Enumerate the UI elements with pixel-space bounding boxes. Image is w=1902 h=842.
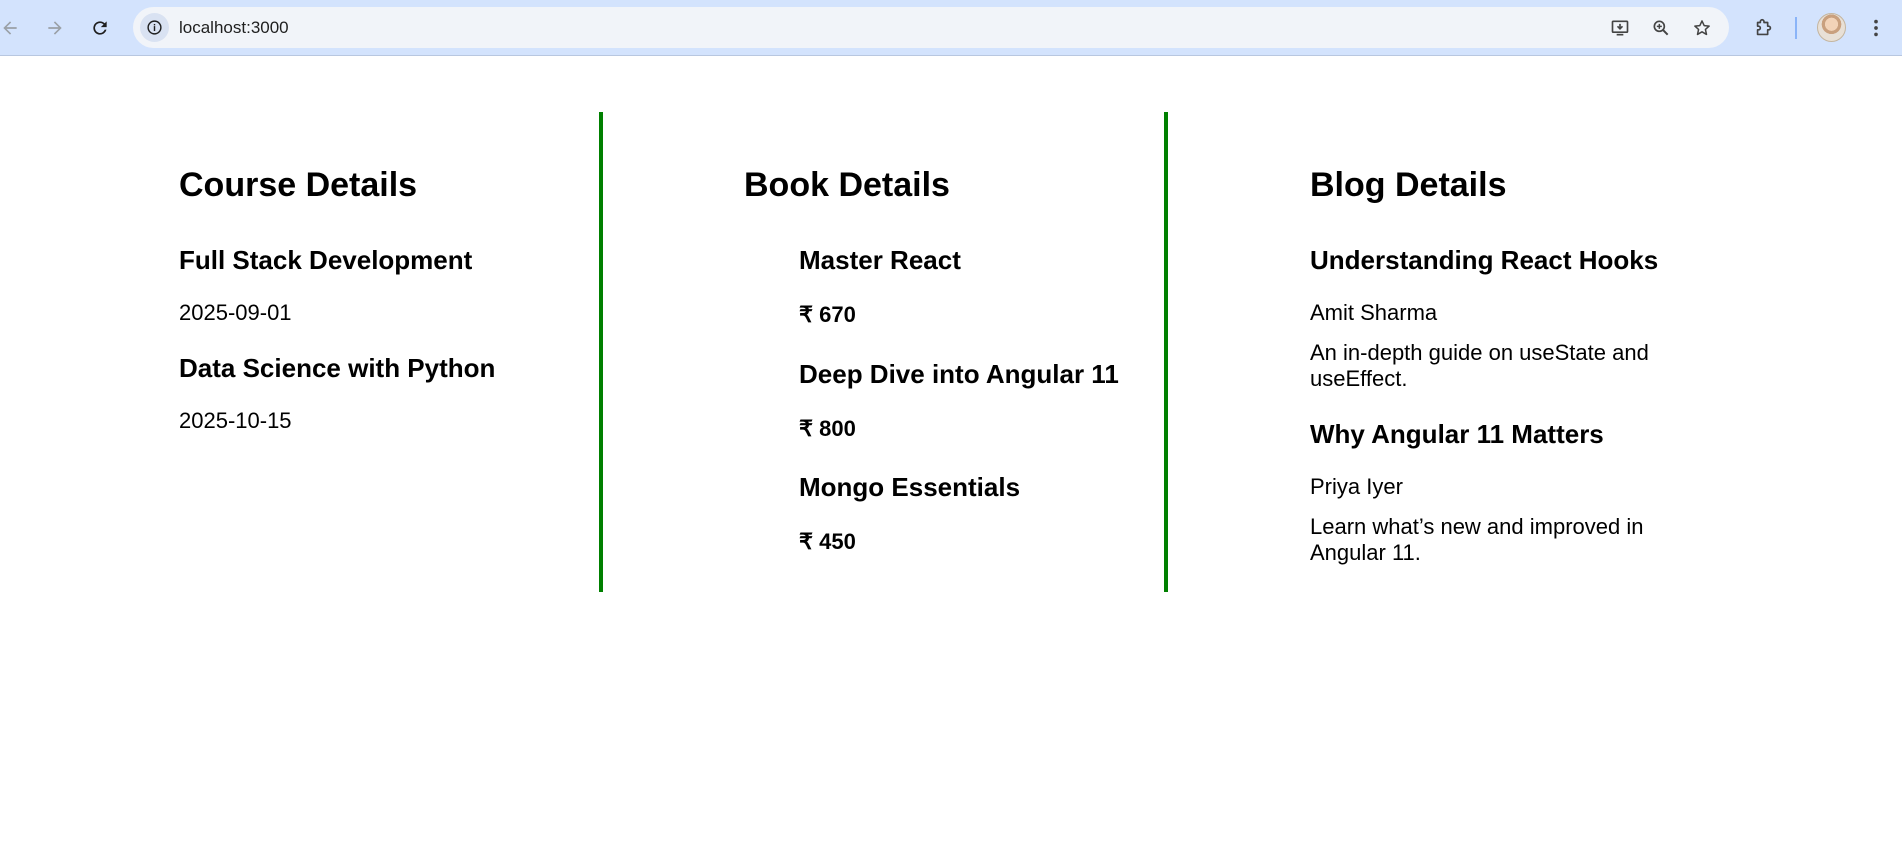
book-name: Deep Dive into Angular 11 xyxy=(799,359,1119,389)
book-price: ₹ 450 xyxy=(799,529,856,554)
blog-author: Priya Iyer xyxy=(1310,474,1403,499)
url-text[interactable]: localhost:3000 xyxy=(179,18,289,38)
book-price: ₹ 800 xyxy=(799,416,856,441)
back-arrow-icon[interactable] xyxy=(0,12,26,44)
page-content: Course Details Full Stack Development 20… xyxy=(0,56,1902,842)
course-date: 2025-09-01 xyxy=(179,300,292,325)
site-info-icon[interactable] xyxy=(140,13,169,42)
book-details-title: Book Details xyxy=(744,166,950,204)
panel-divider xyxy=(1164,112,1168,592)
book-price: ₹ 670 xyxy=(799,302,856,327)
course-name: Data Science with Python xyxy=(179,353,496,383)
course-date: 2025-10-15 xyxy=(179,408,292,433)
address-bar[interactable]: localhost:3000 xyxy=(133,7,1729,48)
reload-icon[interactable] xyxy=(84,12,116,44)
book-name: Mongo Essentials xyxy=(799,472,1021,502)
blog-content: An in-depth guide on useState and useEff… xyxy=(1310,340,1649,391)
extensions-icon[interactable] xyxy=(1748,12,1780,44)
course-details-title: Course Details xyxy=(179,166,418,204)
profile-avatar[interactable] xyxy=(1817,13,1846,42)
toolbar-separator xyxy=(1795,17,1797,39)
blog-author: Amit Sharma xyxy=(1310,300,1438,325)
browser-toolbar: localhost:3000 xyxy=(0,0,1902,56)
bookmark-star-icon[interactable] xyxy=(1689,15,1715,41)
zoom-icon[interactable] xyxy=(1648,15,1674,41)
forward-arrow-icon[interactable] xyxy=(39,12,71,44)
blog-content: Learn what’s new and improved in Angular… xyxy=(1310,514,1644,565)
more-menu-icon[interactable] xyxy=(1860,12,1892,44)
panel-divider xyxy=(599,112,603,592)
book-name: Master React xyxy=(799,245,961,275)
blog-title: Understanding React Hooks xyxy=(1310,245,1659,275)
course-name: Full Stack Development xyxy=(179,245,473,275)
install-app-icon[interactable] xyxy=(1607,15,1633,41)
blog-title: Why Angular 11 Matters xyxy=(1310,419,1604,449)
blog-details-title: Blog Details xyxy=(1310,166,1507,204)
